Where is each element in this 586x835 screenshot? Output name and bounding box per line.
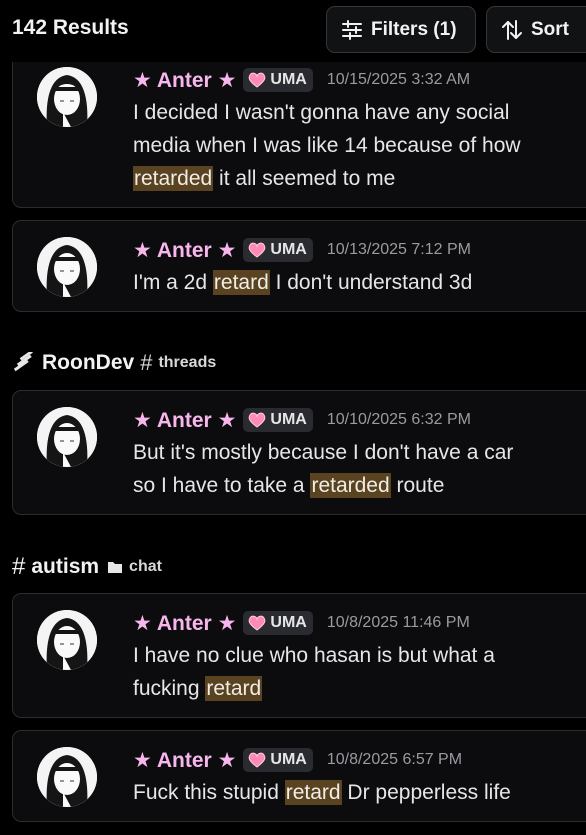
server-name: RoonDev <box>42 351 135 374</box>
timestamp: 10/8/2025 6:57 PM <box>326 751 463 768</box>
server-tag: UMA <box>243 68 313 92</box>
heart-icon <box>249 72 266 88</box>
message-header: ★ Anter ★ UMA 10/13/2025 7:12 PM <box>133 237 471 263</box>
avatar[interactable] <box>37 747 97 807</box>
server-tag: UMA <box>243 408 313 432</box>
hash-icon: # <box>140 350 153 375</box>
message-text: Fuck this stupid retard Dr pepperless li… <box>133 780 511 805</box>
filters-label: Filters (1) <box>371 18 457 40</box>
sort-button[interactable]: Sort <box>486 6 586 53</box>
search-results-header: 142 Results Filters (1) Sort <box>0 0 586 62</box>
section-header-autism[interactable]: # autism chat <box>12 552 162 582</box>
heart-icon <box>249 242 266 258</box>
message-card[interactable]: ★ Anter ★ UMA 10/13/2025 7:12 PM I'm a 2… <box>12 220 586 312</box>
message-card[interactable]: ★ Anter ★ UMA 10/15/2025 3:32 AM I decid… <box>12 48 586 208</box>
message-text: I have no clue who hasan is but what a f… <box>133 644 495 701</box>
avatar[interactable] <box>37 67 97 127</box>
search-highlight: retard <box>212 270 270 295</box>
message-card[interactable]: ★ Anter ★ UMA 10/10/2025 6:32 PM But it'… <box>12 390 586 515</box>
channel-name: threads <box>158 354 217 371</box>
author-name[interactable]: ★ Anter ★ <box>133 238 236 263</box>
author-name[interactable]: ★ Anter ★ <box>133 408 236 433</box>
message-text: I'm a 2d retard I don't understand 3d <box>133 270 473 295</box>
section-header-roondev[interactable]: RoonDev # threads <box>12 348 216 378</box>
author-name[interactable]: ★ Anter ★ <box>133 748 236 773</box>
sort-arrows-icon <box>502 19 522 40</box>
search-highlight: retard <box>205 676 263 701</box>
avatar[interactable] <box>37 407 97 467</box>
filters-button[interactable]: Filters (1) <box>326 6 476 53</box>
timestamp: 10/10/2025 6:32 PM <box>326 411 471 428</box>
sort-label: Sort <box>531 18 569 40</box>
channel-name: autism <box>31 555 100 578</box>
server-tag: UMA <box>243 611 313 635</box>
heart-icon <box>249 412 266 428</box>
hash-icon: # <box>12 553 26 580</box>
message-header: ★ Anter ★ UMA 10/15/2025 3:32 AM <box>133 67 470 93</box>
folder-icon <box>108 562 123 573</box>
heart-icon <box>249 752 266 768</box>
author-name[interactable]: ★ Anter ★ <box>133 68 236 93</box>
avatar[interactable] <box>37 610 97 670</box>
search-highlight: retarded <box>310 473 391 498</box>
search-highlight: retard <box>284 780 342 805</box>
message-text: I decided I wasn't gonna have any social… <box>133 101 521 191</box>
timestamp: 10/8/2025 11:46 PM <box>326 614 470 631</box>
server-tag: UMA <box>243 748 313 772</box>
category-name: chat <box>129 558 162 575</box>
message-card[interactable]: ★ Anter ★ UMA 10/8/2025 11:46 PM I have … <box>12 593 586 718</box>
search-highlight: retarded <box>133 166 214 191</box>
timestamp: 10/13/2025 7:12 PM <box>326 241 471 258</box>
sliders-icon <box>342 19 362 40</box>
timestamp: 10/15/2025 3:32 AM <box>326 71 471 88</box>
roondev-server-icon <box>13 352 33 372</box>
message-header: ★ Anter ★ UMA 10/8/2025 11:46 PM <box>133 610 470 636</box>
author-name[interactable]: ★ Anter ★ <box>133 611 236 636</box>
results-count: 142 Results <box>12 16 129 39</box>
heart-icon <box>249 615 266 631</box>
message-header: ★ Anter ★ UMA 10/10/2025 6:32 PM <box>133 407 471 433</box>
message-card[interactable]: ★ Anter ★ UMA 10/8/2025 6:57 PM Fuck thi… <box>12 730 586 822</box>
server-tag: UMA <box>243 238 313 262</box>
message-header: ★ Anter ★ UMA 10/8/2025 6:57 PM <box>133 747 462 773</box>
message-text: But it's mostly because I don't have a c… <box>133 441 514 498</box>
avatar[interactable] <box>37 237 97 297</box>
